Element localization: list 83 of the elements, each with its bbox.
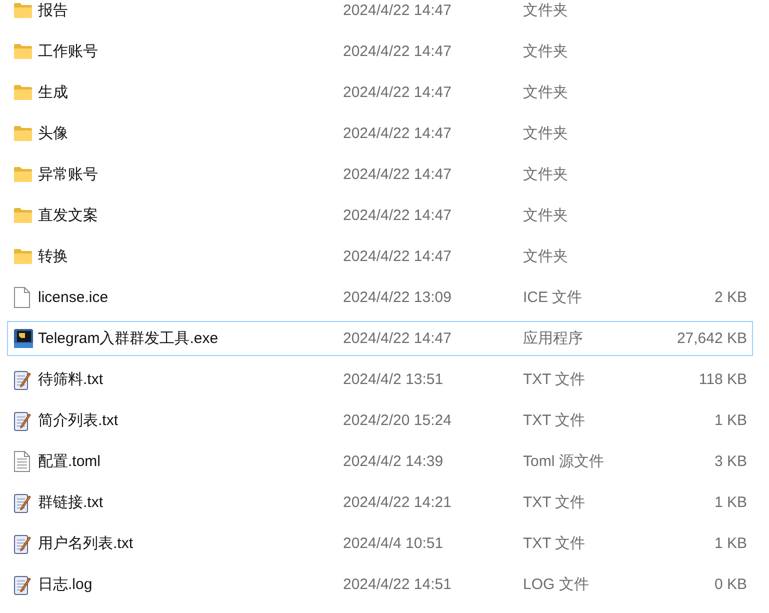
file-type: LOG 文件 [523, 575, 590, 594]
file-row[interactable]: 异常账号 2024/4/22 14:47 文件夹 [7, 157, 753, 192]
modified-date: 2024/4/22 14:47 [343, 84, 452, 101]
file-type: TXT 文件 [523, 411, 586, 430]
file-row[interactable]: 待筛料.txt 2024/4/2 13:51 TXT 文件 118 KB [7, 362, 753, 397]
file-row[interactable]: 直发文案 2024/4/22 14:47 文件夹 [7, 198, 753, 233]
file-size: 27,642 KB [676, 330, 747, 347]
file-name: 直发文案 [38, 206, 99, 225]
file-type: 应用程序 [523, 329, 584, 348]
modified-date: 2024/4/2 14:39 [343, 453, 444, 470]
file-name: license.ice [38, 289, 110, 306]
modified-date: 2024/4/22 13:09 [343, 289, 452, 306]
file-type: 文件夹 [523, 247, 569, 266]
modified-date: 2024/4/22 14:47 [343, 43, 452, 60]
notepad-icon [14, 574, 31, 594]
file-row[interactable]: 日志.log 2024/4/22 14:51 LOG 文件 0 KB [7, 567, 753, 602]
folder-icon [14, 85, 32, 100]
file-name: 报告 [38, 1, 69, 20]
modified-date: 2024/4/22 14:21 [343, 494, 452, 511]
file-name: 群链接.txt [38, 493, 104, 512]
modified-date: 2024/4/22 14:51 [343, 576, 452, 593]
file-name: 日志.log [38, 575, 94, 594]
file-row[interactable]: 转换 2024/4/22 14:47 文件夹 [7, 239, 753, 274]
folder-icon [14, 249, 32, 264]
file-type: 文件夹 [523, 165, 569, 184]
notepad-icon [14, 370, 31, 390]
file-row[interactable]: 简介列表.txt 2024/2/20 15:24 TXT 文件 1 KB [7, 403, 753, 438]
modified-date: 2024/4/22 14:47 [343, 125, 452, 142]
file-row[interactable]: 生成 2024/4/22 14:47 文件夹 [7, 75, 753, 110]
notepad-icon [14, 534, 31, 554]
file-type: ICE 文件 [523, 288, 584, 307]
modified-date: 2024/4/22 14:47 [343, 2, 452, 19]
modified-date: 2024/4/22 14:47 [343, 330, 452, 347]
file-name: 用户名列表.txt [38, 534, 134, 553]
file-size: 118 KB [698, 371, 747, 388]
text-document-icon [14, 451, 30, 472]
folder-icon [14, 167, 32, 182]
file-type: Toml 源文件 [523, 452, 605, 471]
modified-date: 2024/4/4 10:51 [343, 535, 444, 552]
file-row[interactable]: 工作账号 2024/4/22 14:47 文件夹 [7, 34, 753, 69]
file-name: 异常账号 [38, 165, 99, 184]
file-name: 工作账号 [38, 42, 99, 61]
document-icon [14, 287, 30, 308]
file-type: 文件夹 [523, 124, 569, 143]
folder-icon [14, 208, 32, 223]
file-size: 1 KB [713, 535, 747, 552]
file-name: 转换 [38, 247, 69, 266]
folder-icon [14, 3, 32, 18]
file-size: 3 KB [713, 453, 747, 470]
modified-date: 2024/4/22 14:47 [343, 207, 452, 224]
file-name: Telegram入群群发工具.exe [38, 329, 220, 348]
file-row[interactable]: Telegram入群群发工具.exe 2024/4/22 14:47 应用程序 27,642 KB [7, 321, 753, 356]
file-size: 2 KB [713, 289, 747, 306]
file-size: 1 KB [713, 412, 747, 429]
file-size: 0 KB [713, 576, 747, 593]
file-name: 待筛料.txt [38, 370, 104, 389]
file-row[interactable]: 用户名列表.txt 2024/4/4 10:51 TXT 文件 1 KB [7, 526, 753, 561]
folder-icon [14, 44, 32, 59]
file-name: 配置.toml [38, 452, 102, 471]
modified-date: 2024/4/22 14:47 [343, 248, 452, 265]
file-type: 文件夹 [523, 206, 569, 225]
file-row[interactable]: license.ice 2024/4/22 13:09 ICE 文件 2 KB [7, 280, 753, 315]
notepad-icon [14, 492, 31, 512]
file-row[interactable]: 群链接.txt 2024/4/22 14:21 TXT 文件 1 KB [7, 485, 753, 520]
file-size: 1 KB [713, 494, 747, 511]
file-row[interactable]: 配置.toml 2024/4/2 14:39 Toml 源文件 3 KB [7, 444, 753, 479]
file-row[interactable]: 报告 2024/4/22 14:47 文件夹 [7, 0, 753, 28]
file-name: 头像 [38, 124, 69, 143]
file-row[interactable]: 头像 2024/4/22 14:47 文件夹 [7, 116, 753, 151]
file-name: 生成 [38, 83, 69, 102]
notepad-icon [14, 410, 31, 430]
file-name: 简介列表.txt [38, 411, 120, 430]
file-type: TXT 文件 [523, 370, 586, 389]
modified-date: 2024/2/20 15:24 [343, 412, 452, 429]
application-icon [14, 329, 33, 348]
file-type: TXT 文件 [523, 493, 586, 512]
file-type: TXT 文件 [523, 534, 586, 553]
modified-date: 2024/4/22 14:47 [343, 166, 452, 183]
file-type: 文件夹 [523, 1, 569, 20]
modified-date: 2024/4/2 13:51 [343, 371, 444, 388]
file-type: 文件夹 [523, 42, 569, 61]
folder-icon [14, 126, 32, 141]
file-type: 文件夹 [523, 83, 569, 102]
